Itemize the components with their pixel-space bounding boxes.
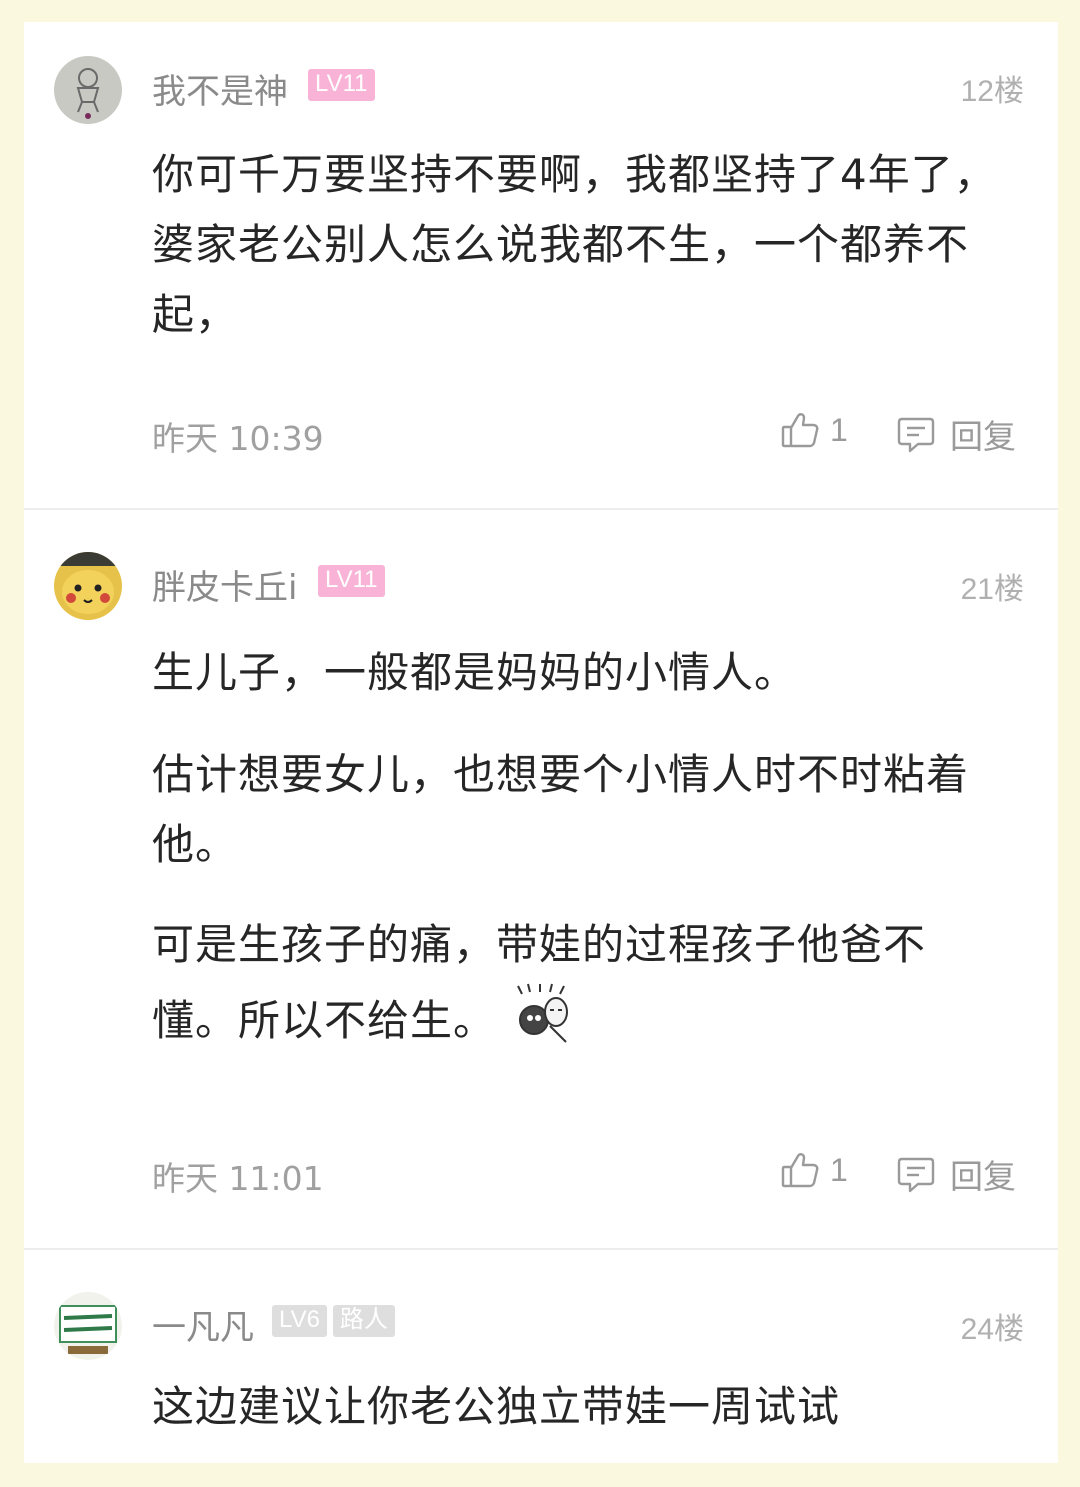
thumbs-up-icon — [780, 410, 820, 450]
username[interactable]: 一凡凡 — [152, 1300, 254, 1349]
username[interactable]: 胖皮卡丘i — [152, 560, 297, 609]
level-badges: LV11 — [308, 69, 375, 101]
level-badges: LV11 — [318, 565, 385, 597]
reply-button[interactable]: 回复 — [896, 410, 1016, 458]
floor-number: 24楼 — [960, 1313, 1024, 1346]
username[interactable]: 我不是神 — [152, 64, 288, 113]
comment-text-with-sticker: 可是生孩子的痛，带娃的过程孩子他爸不懂。所以不给生。 — [152, 910, 1002, 1067]
comment-text: 估计想要女儿，也想要个小情人时不时粘着他。 — [152, 750, 970, 869]
comment-reply-icon — [896, 414, 936, 454]
floor-number: 12楼 — [960, 75, 1024, 108]
like-count: 1 — [830, 1151, 848, 1188]
level-badges: LV6 路人 — [272, 1305, 395, 1337]
avatar[interactable] — [54, 552, 122, 620]
comment-text: 生儿子，一般都是妈妈的小情人。 — [152, 648, 798, 697]
comment-item: 胖皮卡丘i LV11 21楼 生儿子，一般都是妈妈的小情人。 估计想要女儿，也想… — [24, 510, 1058, 1250]
comment-item: 一凡凡 LV6 路人 24楼 这边建议让你老公独立带娃一周试试 — [24, 1250, 1058, 1463]
reply-button[interactable]: 回复 — [896, 1150, 1016, 1198]
avatar[interactable] — [54, 56, 122, 124]
role-badge: 路人 — [332, 1305, 395, 1337]
sticker-emoji-icon — [510, 980, 576, 1067]
comment-item: 我不是神 LV11 12楼 你可千万要坚持不要啊，我都坚持了4年了，婆家老公别人… — [24, 22, 1058, 510]
like-button[interactable]: 1 — [780, 410, 848, 450]
like-button[interactable]: 1 — [780, 1150, 848, 1190]
level-badge: LV6 — [272, 1305, 327, 1337]
like-count: 1 — [830, 411, 848, 448]
avatar[interactable] — [54, 1292, 122, 1360]
reply-label: 回复 — [950, 417, 1016, 456]
thumbs-up-icon — [780, 1150, 820, 1190]
level-badge: LV11 — [308, 69, 375, 101]
comment-text: 你可千万要坚持不要啊，我都坚持了4年了，婆家老公别人怎么说我都不生，一个都养不起… — [152, 150, 997, 339]
comment-time: 昨天 10:39 — [152, 419, 324, 458]
floor-number: 21楼 — [960, 573, 1024, 606]
comment-time: 昨天 11:01 — [152, 1159, 324, 1198]
reply-label: 回复 — [950, 1157, 1016, 1196]
comment-list: 我不是神 LV11 12楼 你可千万要坚持不要啊，我都坚持了4年了，婆家老公别人… — [24, 22, 1058, 1463]
comment-reply-icon — [896, 1154, 936, 1194]
level-badge: LV11 — [318, 565, 385, 597]
comment-text: 这边建议让你老公独立带娃一周试试 — [152, 1382, 841, 1431]
